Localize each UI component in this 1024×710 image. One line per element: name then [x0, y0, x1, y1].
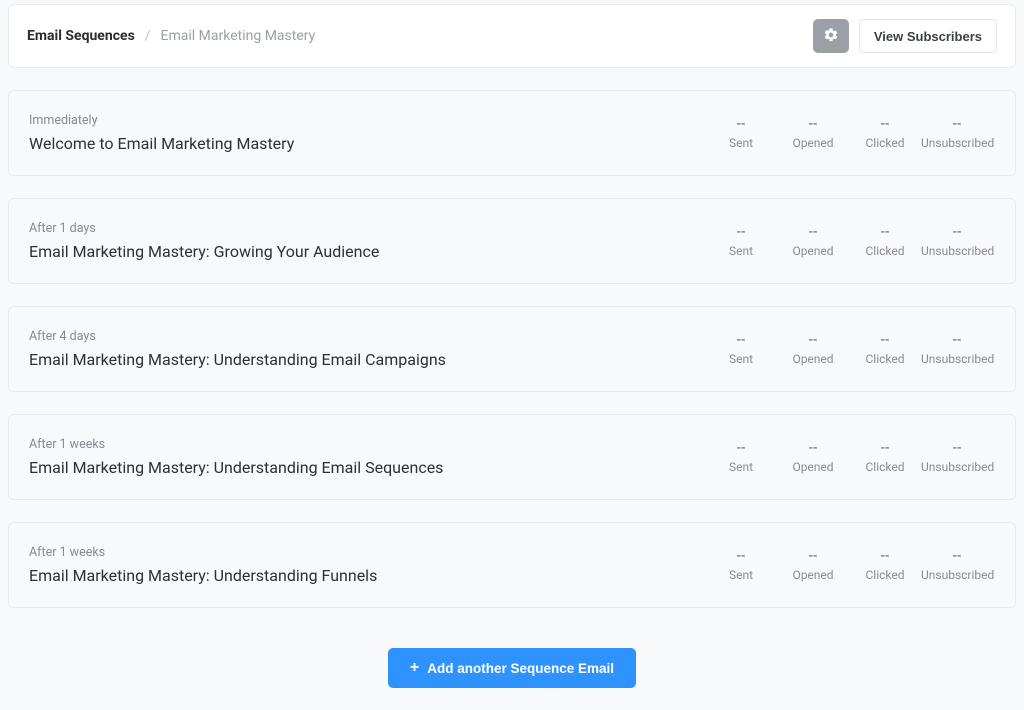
add-sequence-email-label: Add another Sequence Email	[427, 661, 614, 676]
stat-label: Opened	[777, 136, 849, 150]
stat-label: Clicked	[849, 244, 921, 258]
stat-value: --	[849, 225, 921, 240]
stat-sent: -- Sent	[705, 549, 777, 582]
stat-label: Unsubscribed	[921, 244, 993, 258]
email-stats: --Sent--Opened--Clicked--Unsubscribed	[705, 117, 993, 150]
breadcrumb: Email Sequences / Email Marketing Master…	[27, 28, 315, 44]
email-stats: --Sent--Opened--Clicked--Unsubscribed	[705, 225, 993, 258]
stat-value: --	[705, 117, 777, 132]
sequence-email-card[interactable]: After 1 days Email Marketing Mastery: Gro…	[8, 198, 1016, 284]
sequence-email-list: Immediately Welcome to Email Marketing Ma…	[8, 90, 1016, 608]
stat-value: --	[777, 549, 849, 564]
header-actions: View Subscribers	[813, 19, 997, 53]
card-left: After 1 weeks Email Marketing Mastery: Un…	[29, 545, 705, 585]
email-stats: --Sent--Opened--Clicked--Unsubscribed	[705, 549, 993, 582]
stat-label: Clicked	[849, 352, 921, 366]
stat-opened: -- Opened	[777, 549, 849, 582]
stat-clicked: -- Clicked	[849, 225, 921, 258]
settings-button[interactable]	[813, 19, 849, 53]
stat-sent: -- Sent	[705, 333, 777, 366]
stat-value: --	[849, 333, 921, 348]
stat-clicked: -- Clicked	[849, 549, 921, 582]
stat-label: Sent	[705, 352, 777, 366]
stat-label: Unsubscribed	[921, 568, 993, 582]
email-title: Welcome to Email Marketing Mastery	[29, 134, 705, 153]
stat-label: Opened	[777, 460, 849, 474]
stat-unsubscribed: -- Unsubscribed	[921, 117, 993, 150]
sequence-email-card[interactable]: After 1 weeks Email Marketing Mastery: Un…	[8, 414, 1016, 500]
stat-label: Clicked	[849, 136, 921, 150]
stat-label: Unsubscribed	[921, 136, 993, 150]
email-title: Email Marketing Mastery: Growing Your Au…	[29, 242, 705, 261]
stat-value: --	[777, 333, 849, 348]
stat-value: --	[921, 549, 993, 564]
stat-value: --	[705, 441, 777, 456]
stat-value: --	[849, 441, 921, 456]
stat-opened: -- Opened	[777, 225, 849, 258]
card-left: After 1 weeks Email Marketing Mastery: Un…	[29, 437, 705, 477]
stat-opened: -- Opened	[777, 117, 849, 150]
stat-label: Sent	[705, 460, 777, 474]
stat-label: Clicked	[849, 568, 921, 582]
card-left: Immediately Welcome to Email Marketing Ma…	[29, 113, 705, 153]
add-row: + Add another Sequence Email	[8, 648, 1016, 688]
stat-opened: -- Opened	[777, 333, 849, 366]
card-left: After 1 days Email Marketing Mastery: Gro…	[29, 221, 705, 261]
stat-value: --	[921, 333, 993, 348]
email-timing: Immediately	[29, 113, 705, 128]
stat-value: --	[921, 441, 993, 456]
stat-clicked: -- Clicked	[849, 441, 921, 474]
stat-label: Sent	[705, 568, 777, 582]
email-timing: After 1 days	[29, 221, 705, 236]
stat-value: --	[921, 117, 993, 132]
stat-label: Unsubscribed	[921, 460, 993, 474]
add-sequence-email-button[interactable]: + Add another Sequence Email	[388, 648, 636, 688]
stat-opened: -- Opened	[777, 441, 849, 474]
page-header: Email Sequences / Email Marketing Master…	[8, 4, 1016, 68]
breadcrumb-current: Email Marketing Mastery	[161, 28, 316, 44]
stat-sent: -- Sent	[705, 225, 777, 258]
email-timing: After 1 weeks	[29, 545, 705, 560]
stat-value: --	[705, 549, 777, 564]
email-title: Email Marketing Mastery: Understanding E…	[29, 350, 705, 369]
email-title: Email Marketing Mastery: Understanding F…	[29, 566, 705, 585]
sequence-email-card[interactable]: After 1 weeks Email Marketing Mastery: Un…	[8, 522, 1016, 608]
stat-value: --	[777, 225, 849, 240]
sequence-email-card[interactable]: Immediately Welcome to Email Marketing Ma…	[8, 90, 1016, 176]
email-title: Email Marketing Mastery: Understanding E…	[29, 458, 705, 477]
stat-value: --	[921, 225, 993, 240]
stat-label: Unsubscribed	[921, 352, 993, 366]
stat-label: Opened	[777, 352, 849, 366]
email-stats: --Sent--Opened--Clicked--Unsubscribed	[705, 441, 993, 474]
email-stats: --Sent--Opened--Clicked--Unsubscribed	[705, 333, 993, 366]
stat-unsubscribed: -- Unsubscribed	[921, 225, 993, 258]
stat-label: Opened	[777, 244, 849, 258]
stat-value: --	[777, 117, 849, 132]
stat-label: Sent	[705, 136, 777, 150]
view-subscribers-button[interactable]: View Subscribers	[859, 19, 997, 53]
breadcrumb-sep: /	[145, 28, 151, 44]
stat-value: --	[849, 117, 921, 132]
stat-sent: -- Sent	[705, 441, 777, 474]
stat-unsubscribed: -- Unsubscribed	[921, 333, 993, 366]
breadcrumb-root[interactable]: Email Sequences	[27, 28, 135, 44]
stat-label: Opened	[777, 568, 849, 582]
email-timing: After 1 weeks	[29, 437, 705, 452]
stat-sent: -- Sent	[705, 117, 777, 150]
stat-label: Sent	[705, 244, 777, 258]
stat-value: --	[777, 441, 849, 456]
card-left: After 4 days Email Marketing Mastery: Und…	[29, 329, 705, 369]
stat-unsubscribed: -- Unsubscribed	[921, 549, 993, 582]
stat-clicked: -- Clicked	[849, 333, 921, 366]
stat-unsubscribed: -- Unsubscribed	[921, 441, 993, 474]
stat-label: Clicked	[849, 460, 921, 474]
stat-value: --	[705, 333, 777, 348]
sequence-email-card[interactable]: After 4 days Email Marketing Mastery: Und…	[8, 306, 1016, 392]
email-timing: After 4 days	[29, 329, 705, 344]
stat-value: --	[705, 225, 777, 240]
gear-icon	[823, 27, 839, 46]
stat-clicked: -- Clicked	[849, 117, 921, 150]
stat-value: --	[849, 549, 921, 564]
